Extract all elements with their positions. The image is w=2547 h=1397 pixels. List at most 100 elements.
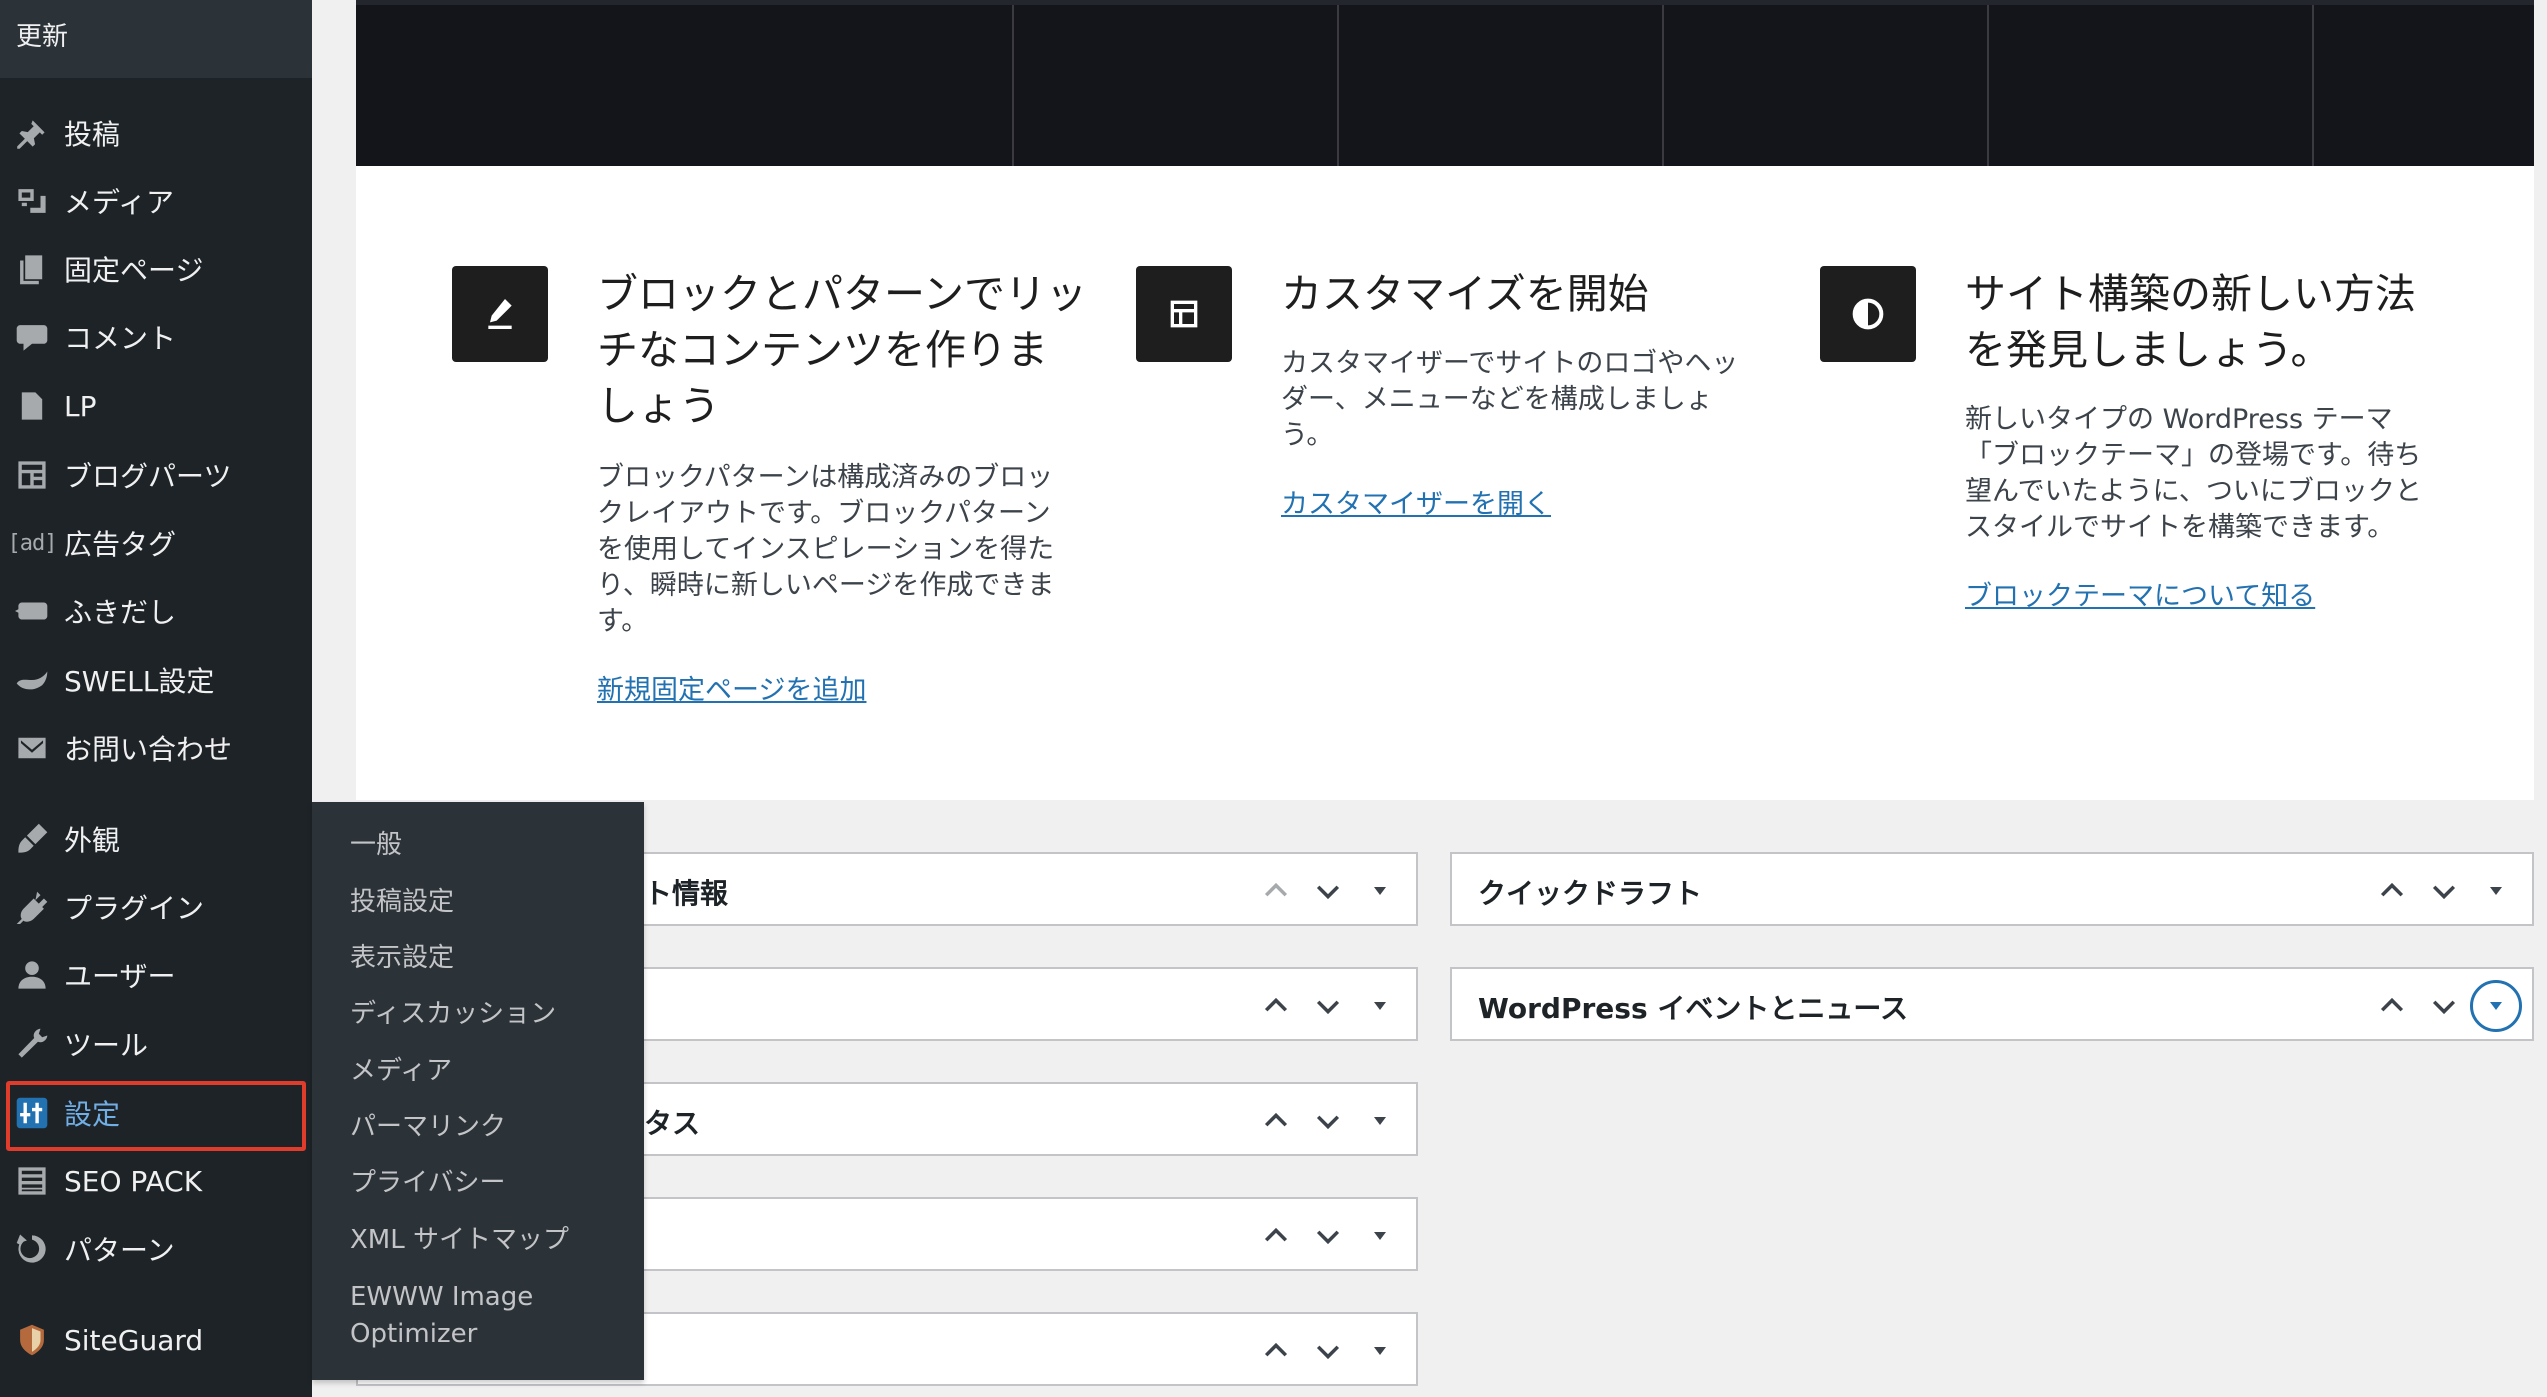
- sidebar-item-contact[interactable]: お問い合わせ: [0, 718, 312, 778]
- welcome-column-text: サイト構築の新しい方法 を発見しましょう。 新しいタイプの WordPress …: [1965, 266, 2465, 613]
- comment-icon: [0, 307, 64, 367]
- swell-icon: [0, 650, 64, 710]
- media-icon: [0, 171, 64, 231]
- sidebar-item-label: SWELL設定: [64, 665, 215, 698]
- move-up-button[interactable]: [1250, 866, 1302, 916]
- postbox-events-news: WordPress イベントとニュース: [1450, 967, 2534, 1041]
- siteguard-icon: [0, 1310, 64, 1370]
- caret-down-icon: [1374, 1002, 1386, 1010]
- plugin-icon: [0, 877, 64, 937]
- sidebar-item-blog-parts[interactable]: ブログパーツ: [0, 445, 312, 505]
- sidebar-item-swell-settings[interactable]: SWELL設定: [0, 650, 312, 710]
- wrench-icon: [0, 1014, 64, 1074]
- welcome-description: ブロックパターンは構成済みのブロッ クレイアウトです。ブロックパターン を使用し…: [597, 462, 1055, 637]
- move-up-button[interactable]: [1250, 1326, 1302, 1376]
- banner-divider: [1662, 5, 1664, 171]
- sidebar-item-settings[interactable]: 設定: [0, 1083, 312, 1143]
- sidebar-item-seo-pack[interactable]: SEO PACK: [0, 1151, 312, 1211]
- chevron-up-icon: [2380, 882, 2404, 897]
- submenu-item-permalinks[interactable]: パーマリンク: [350, 1108, 506, 1146]
- sidebar-item-label: 設定: [64, 1098, 121, 1131]
- sidebar-item-label: 更新: [16, 22, 69, 52]
- submenu-item-discussion[interactable]: ディスカッション: [350, 995, 556, 1033]
- chevron-up-icon: [1264, 1227, 1288, 1242]
- layout-icon: [0, 445, 64, 505]
- layout-icon: [1136, 266, 1232, 362]
- chevron-up-icon: [1264, 1342, 1288, 1357]
- chevron-down-icon: [1316, 1000, 1340, 1015]
- move-down-button[interactable]: [2418, 866, 2470, 916]
- submenu-item-reading[interactable]: 表示設定: [350, 939, 454, 977]
- sidebar-item-patterns[interactable]: パターン: [0, 1219, 312, 1279]
- sidebar-item-appearance[interactable]: 外観: [0, 809, 312, 869]
- speech-bubble-icon: [0, 581, 64, 641]
- toggle-panel-button[interactable]: [1354, 981, 1406, 1031]
- welcome-title: カスタマイズを開始: [1281, 270, 1649, 318]
- move-up-button[interactable]: [1250, 981, 1302, 1031]
- sidebar-item-label: ツール: [64, 1029, 149, 1062]
- caret-down-icon: [1374, 1232, 1386, 1240]
- submenu-item-general[interactable]: 一般: [350, 826, 402, 864]
- sidebar-item-plugins[interactable]: プラグイン: [0, 877, 312, 937]
- sidebar-item-label: 投稿: [64, 118, 121, 151]
- move-down-button[interactable]: [1302, 1096, 1354, 1146]
- sidebar-item-fukidashi[interactable]: ふきだし: [0, 581, 312, 641]
- move-up-button[interactable]: [2366, 866, 2418, 916]
- sidebar-item-label: LP: [64, 389, 97, 423]
- postbox-controls: [1250, 1096, 1406, 1146]
- banner-divider: [1337, 5, 1339, 171]
- submenu-item-media[interactable]: メディア: [350, 1052, 452, 1090]
- banner-divider: [1987, 5, 1989, 171]
- move-up-button[interactable]: [2366, 981, 2418, 1031]
- submenu-item-writing[interactable]: 投稿設定: [350, 883, 454, 921]
- sidebar-item-label: コメント: [64, 322, 177, 355]
- postbox-title: クイックドラフト: [1478, 877, 1703, 910]
- sidebar-item-media[interactable]: メディア: [0, 171, 312, 231]
- sidebar-item-posts[interactable]: 投稿: [0, 103, 312, 163]
- move-down-button[interactable]: [1302, 1211, 1354, 1261]
- postbox-quick-draft: クイックドラフト: [1450, 852, 2534, 926]
- welcome-column-text: ブロックとパターンでリッ チなコンテンツを作りま しょう ブロックパターンは構成…: [597, 266, 1097, 707]
- move-down-button[interactable]: [2418, 981, 2470, 1031]
- admin-sidebar: 更新 投稿 メディア 固定ページ コメント LP ブログパーツ [ad] 広告タ…: [0, 0, 312, 1397]
- page-icon: [0, 376, 64, 436]
- banner-divider: [1012, 5, 1014, 171]
- welcome-description: 新しいタイプの WordPress テーマ 「ブロックテーマ」の登場です。待ち …: [1965, 404, 2422, 543]
- user-icon: [0, 945, 64, 1005]
- postbox-controls: [1250, 981, 1406, 1031]
- sidebar-item-label: ブログパーツ: [64, 460, 232, 493]
- move-up-button[interactable]: [1250, 1211, 1302, 1261]
- sidebar-item-siteguard[interactable]: SiteGuard: [0, 1310, 312, 1370]
- move-up-button[interactable]: [1250, 1096, 1302, 1146]
- welcome-title: サイト構築の新しい方法 を発見しましょう。: [1965, 270, 2416, 374]
- toggle-panel-button[interactable]: [2470, 866, 2522, 916]
- sidebar-item-ad-tags[interactable]: [ad] 広告タグ: [0, 513, 312, 573]
- refresh-icon: [0, 1219, 64, 1279]
- toggle-panel-button[interactable]: [1354, 1211, 1406, 1261]
- move-down-button[interactable]: [1302, 866, 1354, 916]
- settings-submenu: 一般 投稿設定 表示設定 ディスカッション メディア パーマリンク プライバシー…: [312, 802, 644, 1380]
- submenu-item-xml-sitemap[interactable]: XML サイトマップ: [350, 1221, 569, 1259]
- move-down-button[interactable]: [1302, 981, 1354, 1031]
- postbox-controls: [1250, 1211, 1406, 1261]
- sidebar-item-lp[interactable]: LP: [0, 376, 312, 436]
- add-new-page-link[interactable]: 新規固定ページを追加: [597, 668, 1097, 707]
- sidebar-item-comments[interactable]: コメント: [0, 307, 312, 367]
- toggle-panel-button[interactable]: [1354, 1326, 1406, 1376]
- postbox-controls: [1250, 866, 1406, 916]
- submenu-item-privacy[interactable]: プライバシー: [350, 1164, 505, 1202]
- open-customizer-link[interactable]: カスタマイザーを開く: [1281, 482, 1781, 521]
- toggle-panel-button[interactable]: [1354, 1096, 1406, 1146]
- submenu-item-ewww-optimizer[interactable]: Optimizer: [350, 1315, 477, 1353]
- sidebar-item-tools[interactable]: ツール: [0, 1014, 312, 1074]
- learn-block-themes-link[interactable]: ブロックテーマについて知る: [1965, 574, 2465, 613]
- toggle-panel-button[interactable]: [1354, 866, 1406, 916]
- sidebar-item-pages[interactable]: 固定ページ: [0, 239, 312, 299]
- toggle-panel-button[interactable]: [2470, 980, 2522, 1032]
- sidebar-item-updates[interactable]: 更新: [0, 0, 312, 78]
- sidebar-item-users[interactable]: ユーザー: [0, 945, 312, 1005]
- submenu-item-ewww-image[interactable]: EWWW Image: [350, 1278, 533, 1316]
- chevron-down-icon: [1316, 1230, 1340, 1245]
- move-down-button[interactable]: [1302, 1326, 1354, 1376]
- caret-down-icon: [1374, 887, 1386, 895]
